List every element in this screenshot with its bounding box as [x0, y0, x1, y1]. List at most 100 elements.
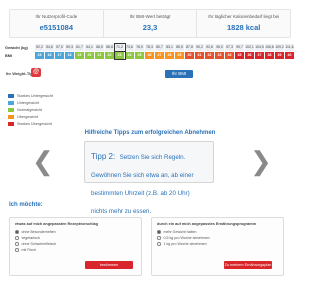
weight-cell: 54,6: [45, 44, 55, 51]
bmi-cell: 26: [145, 52, 155, 59]
legend-swatch: [8, 108, 14, 112]
legend-swatch: [8, 94, 14, 98]
weight-cell: 83,1: [165, 44, 175, 51]
bmi-cell: 17: [55, 52, 65, 59]
stat-bmi: Ihr BMI-Wert beträgt 23,3: [104, 10, 198, 37]
bmi-legend: Starkes Untergewicht Untergewicht Normalge…: [8, 93, 53, 128]
legend-label: Übergewicht: [17, 115, 39, 119]
stat-label: Ihr täglicher Kalorienbedarf liegt bei: [208, 14, 280, 19]
prev-tip-button[interactable]: ❮: [32, 146, 54, 176]
weight-cell: 87,8: [185, 44, 195, 51]
bmi-table: Gewicht (kg) 52,2 54,6 57,0 59,3 61,7 64,1 66,…: [5, 43, 295, 78]
bmi-badge: Ihr BMI: [165, 70, 193, 78]
diet-panel-title: durch ein auf mich angepasstes Ernährung…: [157, 222, 256, 226]
bmi-cell: 30: [185, 52, 195, 59]
legend-label: Normalgewicht: [17, 108, 43, 112]
bmi-cell: 27: [155, 52, 165, 59]
radio-button[interactable]: [15, 242, 19, 246]
diet-options: mehr Gewicht halten 0,5 kg pro Woche abne…: [157, 229, 278, 247]
radio-label: ohne Schweinefleisch: [21, 242, 57, 246]
weight-cell: 73,6: [125, 44, 135, 51]
weight-cell: 95,0: [215, 44, 225, 51]
stat-profile-code: Ihr Nutzerprofil-Code e5151084: [10, 10, 104, 37]
bmi-cell: 34: [225, 52, 235, 59]
bmi-cell: 37: [255, 52, 265, 59]
radio-button[interactable]: [15, 236, 19, 240]
weight-cell: 78,3: [145, 44, 155, 51]
tip-number: Tipp 2:: [91, 152, 116, 161]
next-tip-button[interactable]: ❯: [250, 146, 272, 176]
weight-cell: 85,5: [175, 44, 185, 51]
weight-cell: 92,6: [205, 44, 215, 51]
weight-cell: 97,3: [225, 44, 235, 51]
radio-option[interactable]: 1 kg pro Woche abnehmen: [157, 241, 278, 247]
weight-cell: 80,7: [155, 44, 165, 51]
radio-button[interactable]: [157, 242, 161, 246]
bmi-cell: 19: [75, 52, 85, 59]
legend-swatch: [8, 101, 14, 105]
weight-cell: 52,2: [35, 44, 45, 51]
diet-plan-button[interactable]: Zu meinem Ernährungsplan: [224, 261, 272, 269]
bmi-cell: 29: [175, 52, 185, 59]
radio-label: mit Fisch: [21, 248, 36, 252]
stat-value: 1828 kcal: [226, 23, 261, 32]
bmi-cell: 24: [125, 52, 135, 59]
bmi-cell: 21: [95, 52, 105, 59]
bmi-row: BMI 15 16 17 18 19 20 21 22 23 24 25 26 27 28 29 30 31 32…: [5, 51, 295, 60]
legend-item: Übergewicht: [8, 114, 53, 120]
bmi-cell: 20: [85, 52, 95, 59]
weight-cells: 52,2 54,6 57,0 59,3 61,7 64,1 66,5 68,8 71,2 73,6…: [35, 43, 295, 52]
recipe-panel-title: etwas auf mich angepassten Rezeptvorschl…: [15, 222, 98, 226]
bmi-cell: 25: [135, 52, 145, 59]
tips-title: Hilfreiche Tipps zum erfolgreichen Abneh…: [84, 130, 216, 136]
radio-button[interactable]: [15, 230, 19, 234]
bmi-cell: 33: [215, 52, 225, 59]
stat-value: e5151084: [39, 23, 74, 32]
want-title: Ich möchte:: [9, 202, 43, 208]
weight-cell: 71,2: [114, 43, 126, 52]
tip-box: Tipp 2: Setzen Sie sich Regeln. Gewöhnen…: [84, 141, 214, 215]
radio-button[interactable]: [15, 248, 19, 252]
bmi-cell: 35: [235, 52, 245, 59]
bmi-row-label: BMI: [5, 53, 12, 58]
weight-row: Gewicht (kg) 52,2 54,6 57,0 59,3 61,7 64,1 66,…: [5, 43, 295, 52]
bmi-cell: 23: [114, 51, 126, 60]
stat-value: 23,3: [142, 23, 158, 32]
radio-button[interactable]: [157, 230, 161, 234]
weight-cell: 104,5: [255, 44, 265, 51]
legend-label: Starkes Untergewicht: [17, 94, 54, 98]
bmi-cell: 16: [45, 52, 55, 59]
recipe-submit-button[interactable]: bestimmen: [85, 261, 133, 269]
weight-cell: 102,1: [245, 44, 255, 51]
legend-label: Untergewicht: [17, 101, 40, 105]
radio-label: mehr Gewicht halten: [163, 230, 197, 234]
bmi-cell: 36: [245, 52, 255, 59]
radio-option[interactable]: mit Fisch: [15, 247, 136, 253]
weight-row-label: Gewicht (kg): [5, 45, 28, 50]
radio-label: ohne Besonderheiten: [21, 230, 56, 234]
stat-label: Ihr BMI-Wert beträgt: [129, 14, 171, 19]
radio-label: 1 kg pro Woche abnehmen: [163, 242, 207, 246]
tip-text: Setzen Sie sich Regeln. Gewöhnen Sie sic…: [91, 154, 194, 215]
legend-item: Starkes Untergewicht: [8, 93, 53, 99]
alert-icon[interactable]: @: [31, 68, 41, 77]
bmi-cell: 31: [195, 52, 205, 59]
bmi-cell: 18: [65, 52, 75, 59]
bmi-cell: 15: [35, 52, 45, 59]
radio-button[interactable]: [157, 236, 161, 240]
weight-cell: 90,2: [195, 44, 205, 51]
weight-cell: 61,7: [75, 44, 85, 51]
bmi-cell: 32: [205, 52, 215, 59]
weight-cell: 99,7: [235, 44, 245, 51]
bmi-cell: 38: [265, 52, 275, 59]
weight-cell: 109,2: [275, 44, 285, 51]
bmi-cells: 15 16 17 18 19 20 21 22 23 24 25 26 27 28 29 30 31 32 33 34…: [35, 51, 295, 60]
stat-label: Ihr Nutzerprofil-Code: [35, 14, 78, 19]
bmi-cell: 22: [105, 52, 115, 59]
bmi-cell: 28: [165, 52, 175, 59]
legend-label: Starkes Übergewicht: [17, 122, 53, 126]
weight-cell: 64,1: [85, 44, 95, 51]
bmi-cell: 39: [275, 52, 285, 59]
stats-bar: Ihr Nutzerprofil-Code e5151084 Ihr BMI-W…: [9, 9, 291, 38]
weight-cell: 59,3: [65, 44, 75, 51]
